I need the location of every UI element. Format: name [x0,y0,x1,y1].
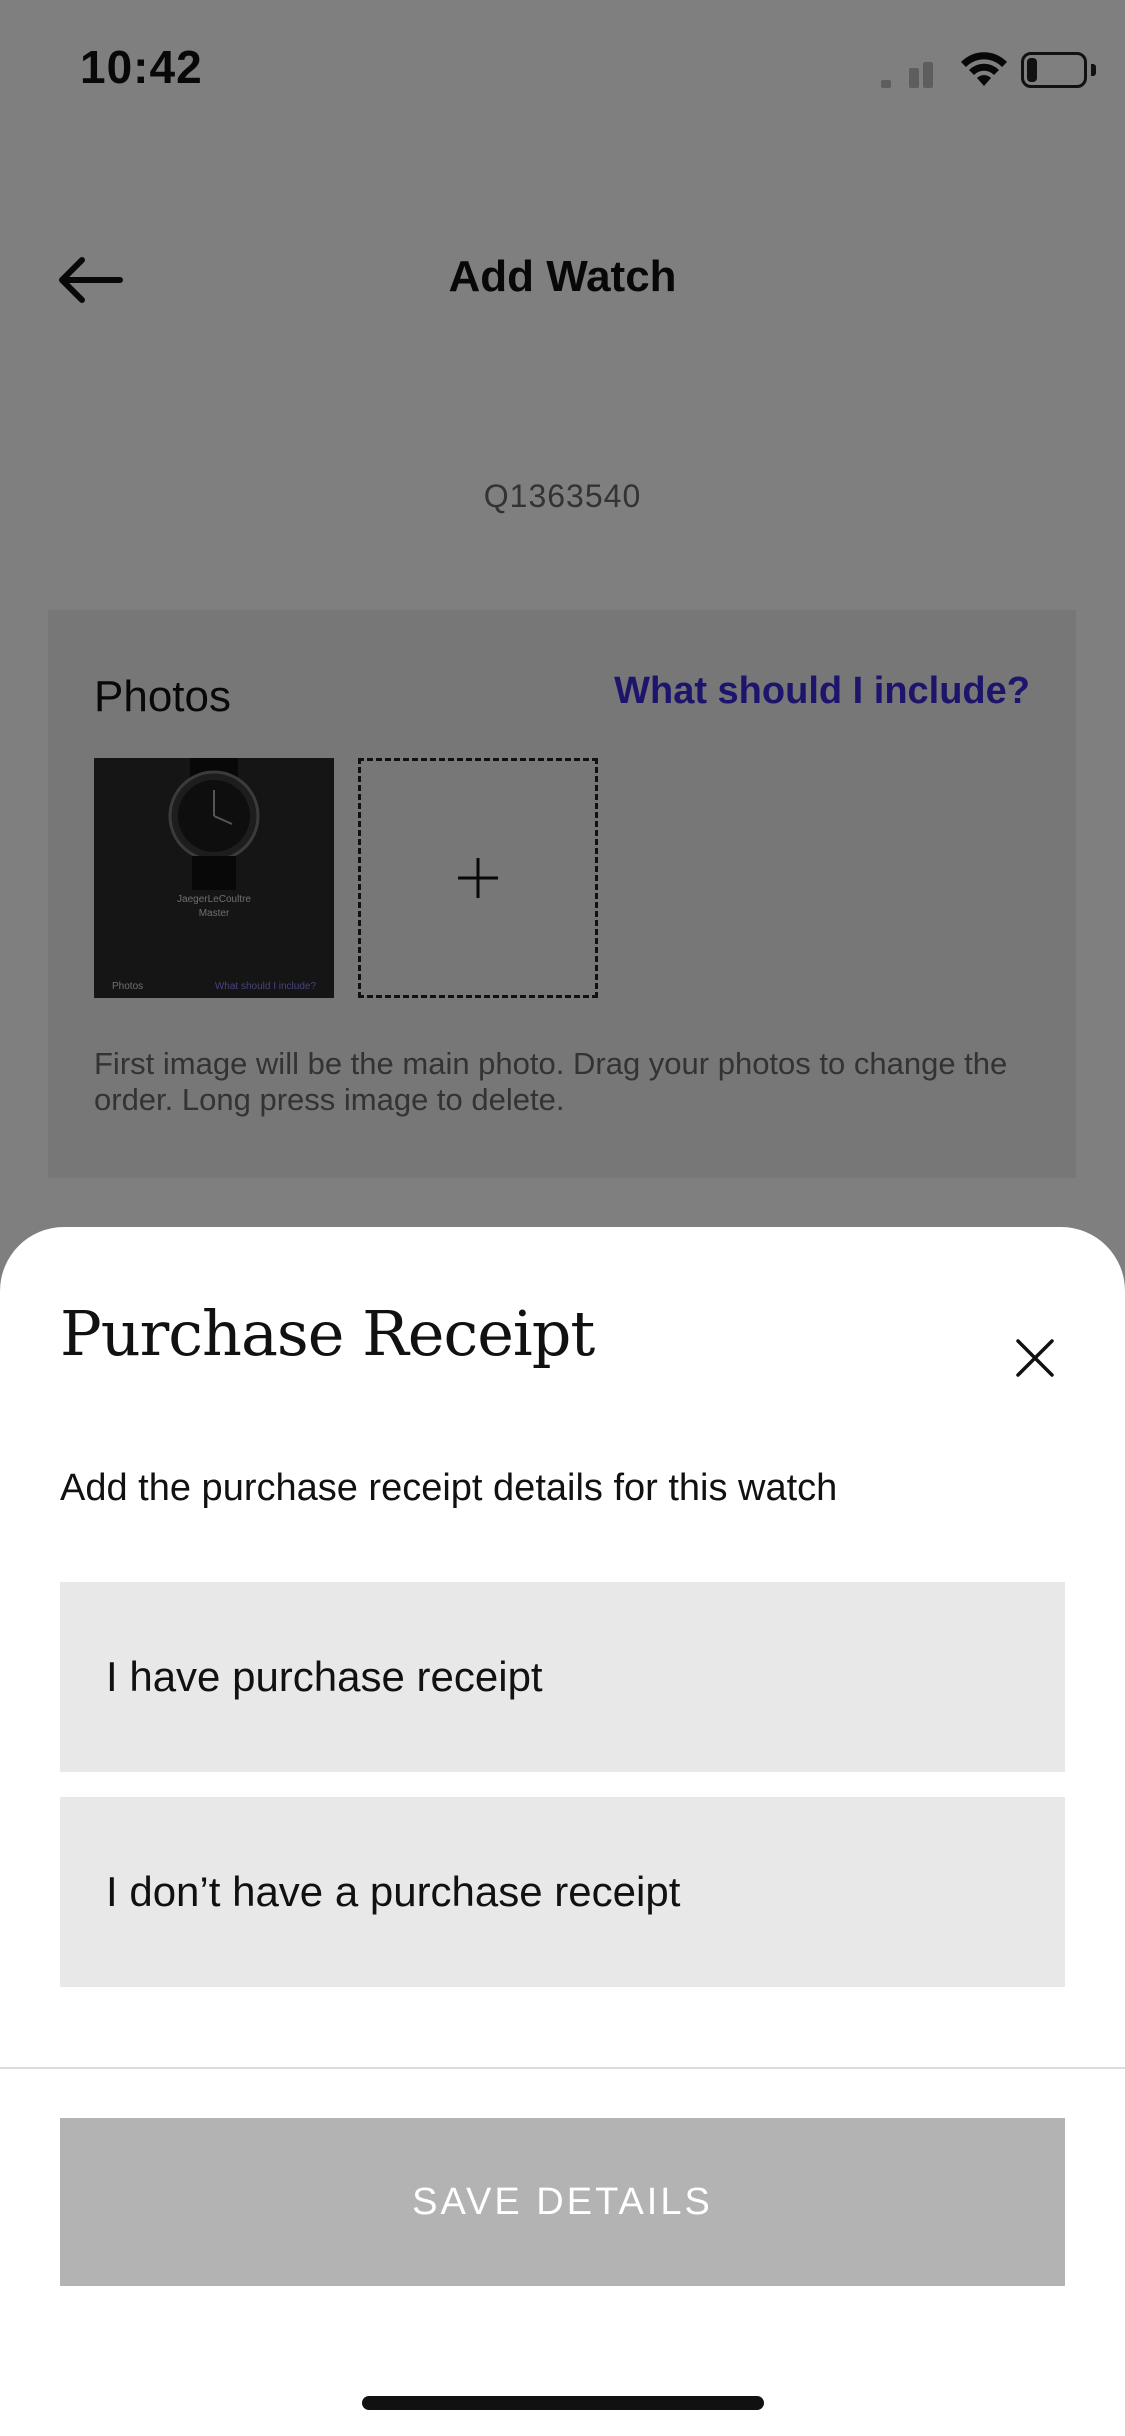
option-have-receipt[interactable]: I have purchase receipt [60,1582,1065,1772]
sheet-subtitle: Add the purchase receipt details for thi… [60,1467,838,1509]
option-label: I don’t have a purchase receipt [106,1868,681,1915]
option-label: I have purchase receipt [106,1653,543,1700]
close-button[interactable] [1000,1323,1070,1393]
purchase-receipt-sheet: Purchase Receipt Add the purchase receip… [0,1227,1125,2436]
screen: 10:42 29 Add Watch Q1363540 [0,0,1125,2436]
save-details-button[interactable]: SAVE DETAILS [60,2118,1065,2286]
close-icon [1016,1339,1054,1377]
save-details-label: SAVE DETAILS [412,2180,713,2223]
home-indicator[interactable] [362,2396,764,2410]
divider [0,2067,1125,2069]
sheet-title: Purchase Receipt [60,1297,595,1370]
option-no-receipt[interactable]: I don’t have a purchase receipt [60,1797,1065,1987]
